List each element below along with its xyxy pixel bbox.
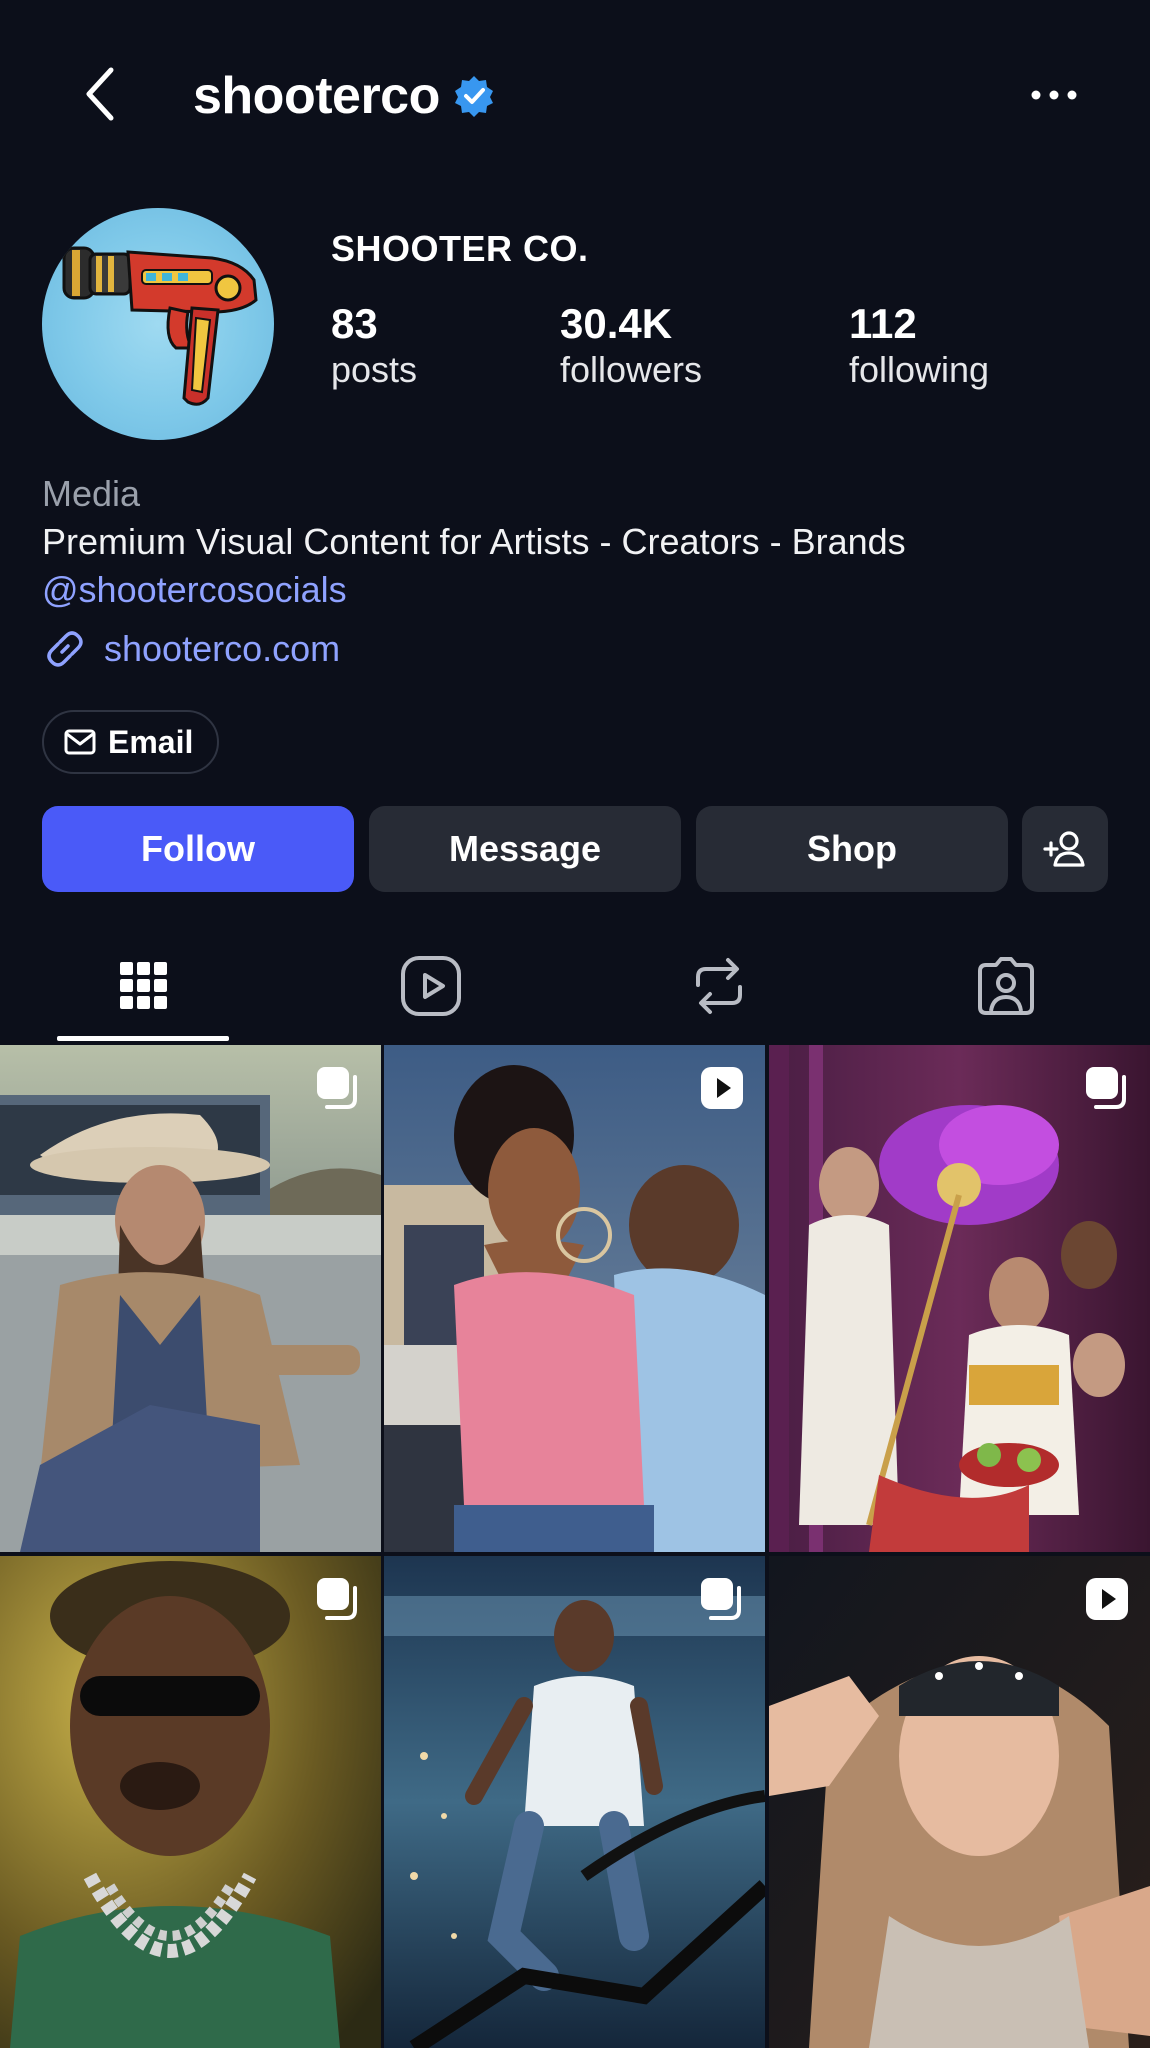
- posts-count-label: posts: [331, 349, 418, 391]
- post-thumbnail[interactable]: [0, 1556, 381, 2048]
- chevron-left-icon: [86, 67, 114, 121]
- posts-count-value: 83: [331, 300, 378, 347]
- add-person-icon: [1043, 831, 1085, 867]
- reels-icon: [400, 956, 461, 1016]
- email-button[interactable]: Email: [42, 710, 220, 774]
- reel-icon: [701, 1067, 743, 1109]
- more-horizontal-icon: [1031, 90, 1077, 100]
- following-count-value: 112: [849, 300, 917, 347]
- post-thumbnail[interactable]: [0, 1045, 381, 1552]
- post-thumbnail[interactable]: [384, 1556, 765, 2048]
- profile-tabs: [0, 930, 1150, 1042]
- following-count-label: following: [849, 349, 990, 391]
- mail-icon: [64, 729, 96, 755]
- message-button[interactable]: Message: [369, 806, 681, 892]
- profile-handle: shooterco: [193, 67, 440, 125]
- tab-reels[interactable]: [287, 930, 574, 1042]
- website-link-text: shooterco.com: [104, 628, 341, 669]
- followers-count[interactable]: 30.4K followers: [560, 300, 702, 391]
- more-options-button[interactable]: [1024, 78, 1084, 112]
- posts-grid: [0, 1045, 1150, 2048]
- post-image: [384, 1045, 765, 1552]
- profile-handle-row: shooterco: [193, 66, 496, 126]
- post-image: [0, 1556, 381, 2048]
- post-image: [384, 1556, 765, 2048]
- post-thumbnail[interactable]: [769, 1556, 1150, 2048]
- post-thumbnail[interactable]: [384, 1045, 765, 1552]
- back-button[interactable]: [78, 64, 122, 124]
- carousel-icon: [317, 1067, 357, 1109]
- profile-bio: Media Premium Visual Content for Artists…: [42, 470, 1102, 672]
- grid-icon: [119, 962, 167, 1009]
- bio-mention-link[interactable]: @shootercosocials: [42, 566, 347, 614]
- tab-reposts[interactable]: [575, 930, 862, 1042]
- post-thumbnail[interactable]: [769, 1045, 1150, 1552]
- bio-text: Premium Visual Content for Artists - Cre…: [42, 521, 906, 562]
- profile-category: Media: [42, 473, 141, 514]
- website-link[interactable]: shooterco.com: [42, 626, 1102, 672]
- post-image: [769, 1045, 1150, 1552]
- followers-count-value: 30.4K: [560, 300, 673, 347]
- shop-button[interactable]: Shop: [696, 806, 1008, 892]
- reel-icon: [1086, 1578, 1128, 1620]
- follow-button[interactable]: Follow: [42, 806, 354, 892]
- display-name: SHOOTER CO.: [331, 228, 589, 269]
- link-icon: [47, 631, 83, 667]
- reposts-icon: [695, 958, 742, 1014]
- post-image: [769, 1556, 1150, 2048]
- posts-count[interactable]: 83 posts: [331, 300, 417, 391]
- active-tab-indicator: [57, 1036, 229, 1041]
- following-count[interactable]: 112 following: [849, 300, 989, 391]
- email-button-label: Email: [108, 723, 194, 760]
- ray-gun-logo: [62, 246, 258, 406]
- carousel-icon: [701, 1578, 741, 1620]
- tab-posts-grid[interactable]: [0, 930, 287, 1042]
- tagged-icon: [977, 957, 1034, 1015]
- tab-tagged[interactable]: [862, 930, 1149, 1042]
- post-image: [0, 1045, 381, 1552]
- suggested-accounts-button[interactable]: [1022, 806, 1108, 892]
- profile-avatar[interactable]: [42, 208, 274, 440]
- followers-count-label: followers: [560, 349, 703, 391]
- top-bar: shooterco: [0, 0, 1150, 190]
- carousel-icon: [317, 1578, 357, 1620]
- carousel-icon: [1086, 1067, 1126, 1109]
- verified-badge-icon: [452, 74, 496, 118]
